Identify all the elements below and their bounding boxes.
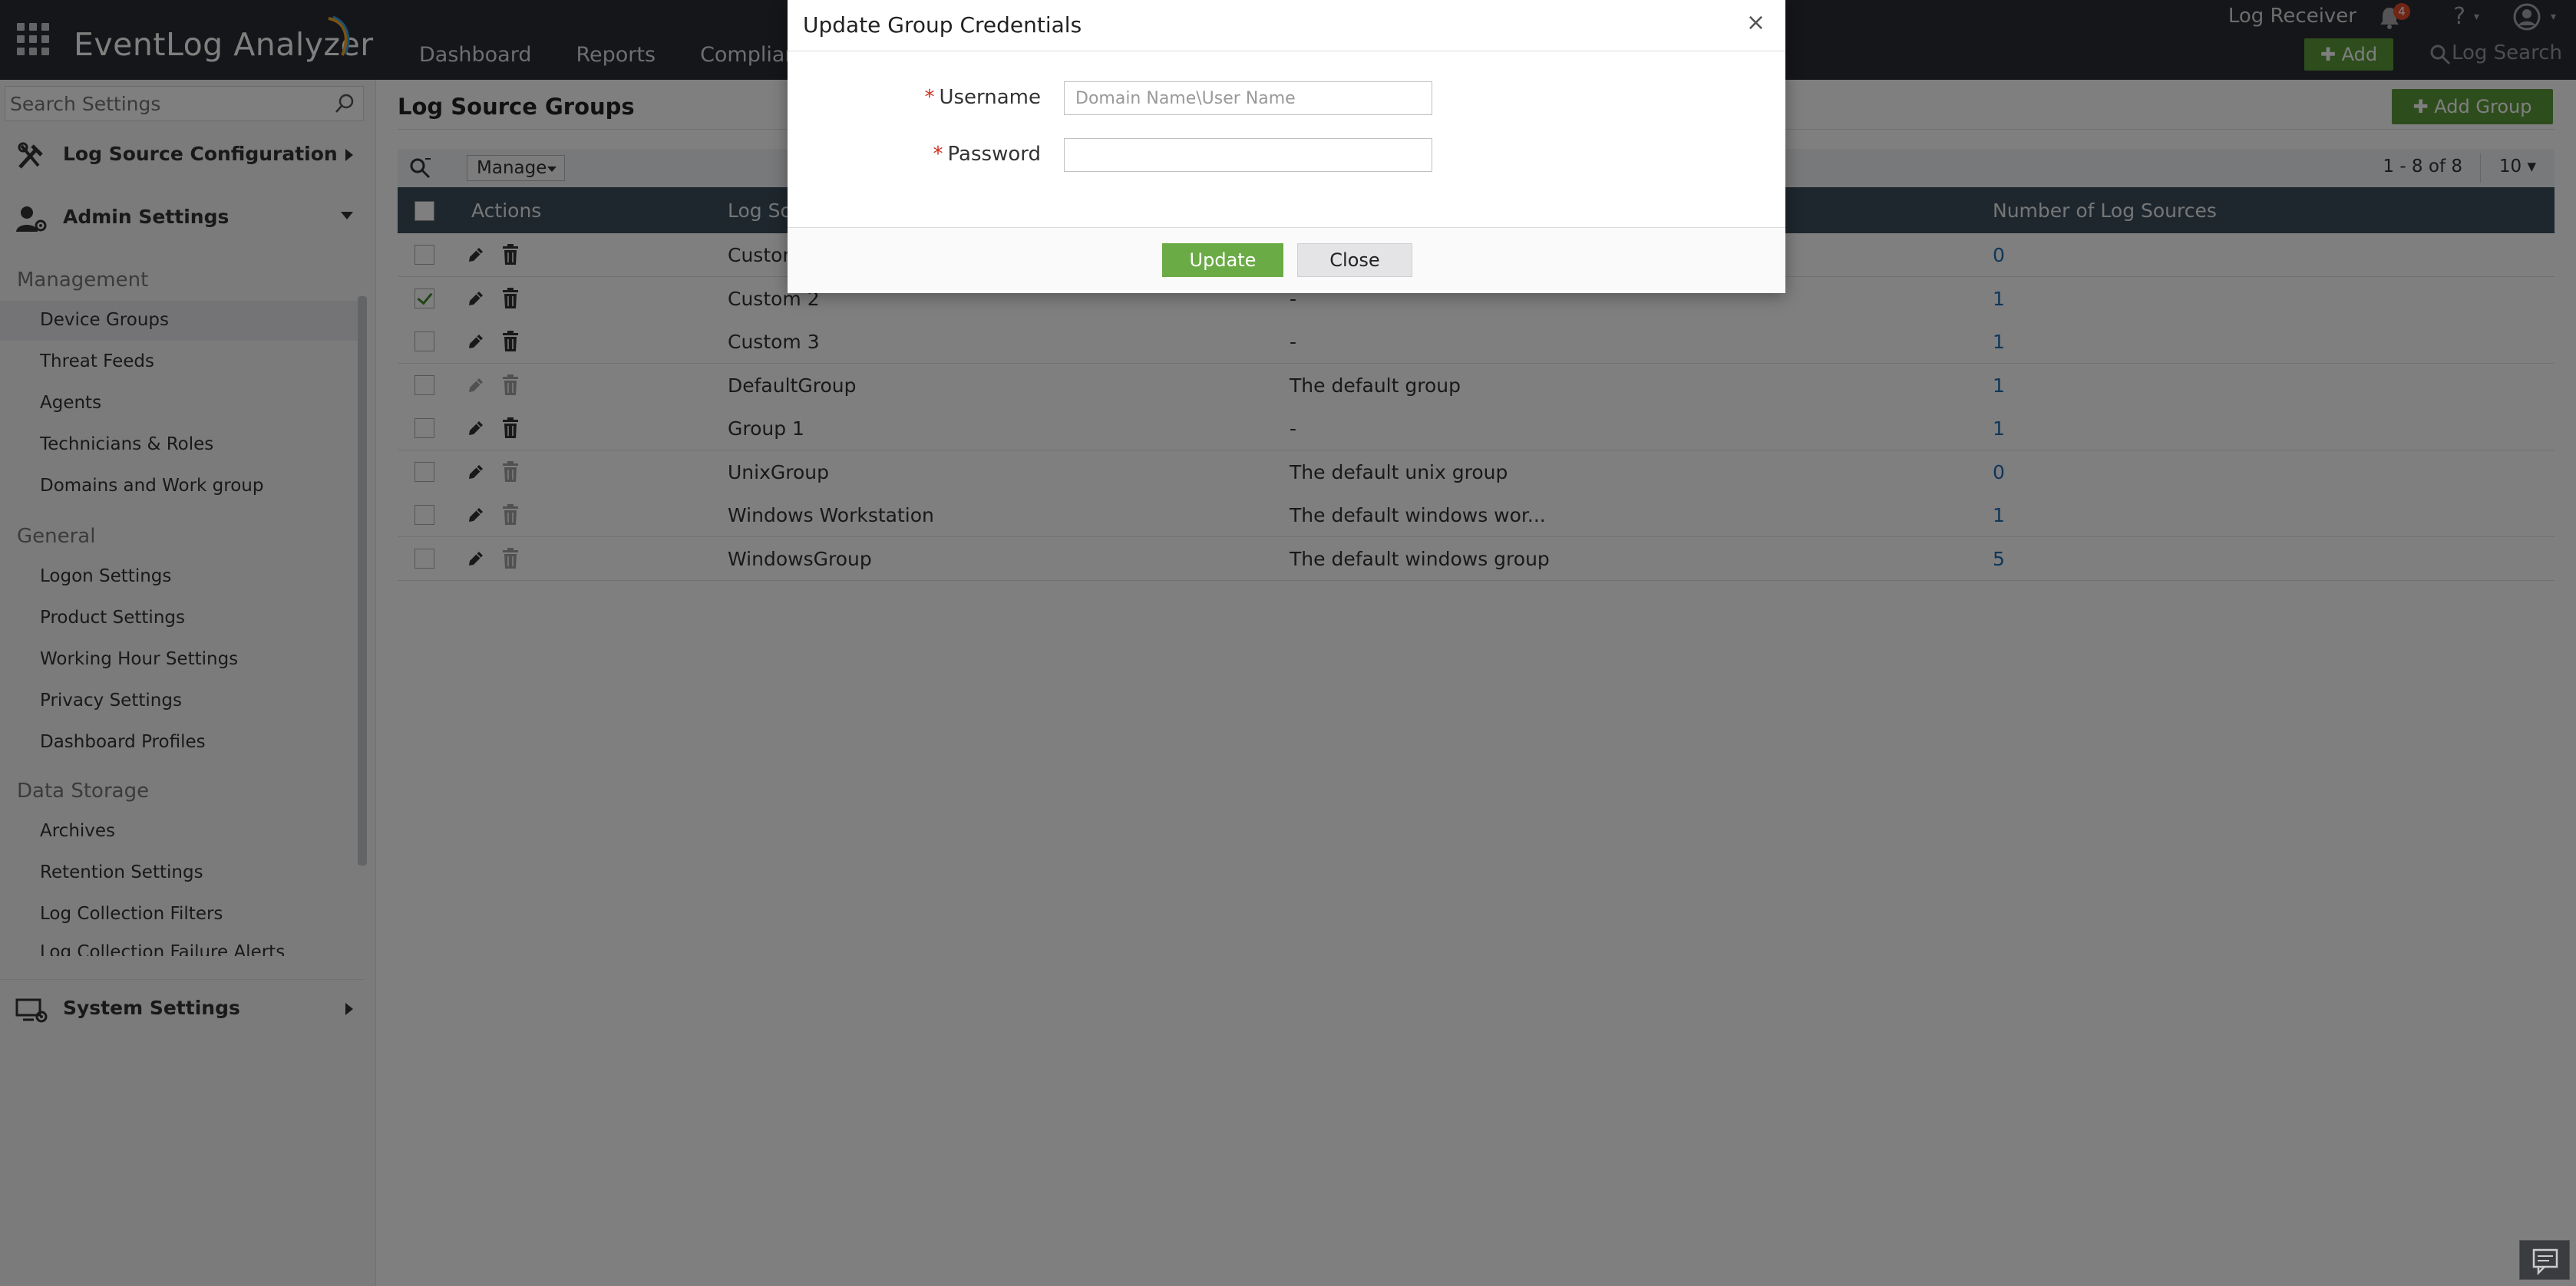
update-group-credentials-dialog: Update Group Credentials × *Username *Pa… bbox=[788, 0, 1785, 293]
update-button[interactable]: Update bbox=[1162, 243, 1283, 277]
chat-icon[interactable] bbox=[2519, 1240, 2570, 1280]
required-marker: * bbox=[933, 143, 943, 166]
password-input[interactable] bbox=[1064, 138, 1432, 172]
dialog-title: Update Group Credentials bbox=[803, 12, 1082, 38]
password-label: * Password bbox=[933, 143, 1041, 166]
chat-bubble-icon bbox=[2532, 1248, 2558, 1276]
required-marker: * bbox=[924, 86, 935, 109]
dialog-footer: Update Close bbox=[788, 228, 1785, 293]
close-icon[interactable]: × bbox=[1746, 9, 1765, 36]
close-button[interactable]: Close bbox=[1297, 243, 1412, 277]
username-input[interactable] bbox=[1064, 81, 1432, 115]
username-label: * Username bbox=[924, 86, 1041, 109]
